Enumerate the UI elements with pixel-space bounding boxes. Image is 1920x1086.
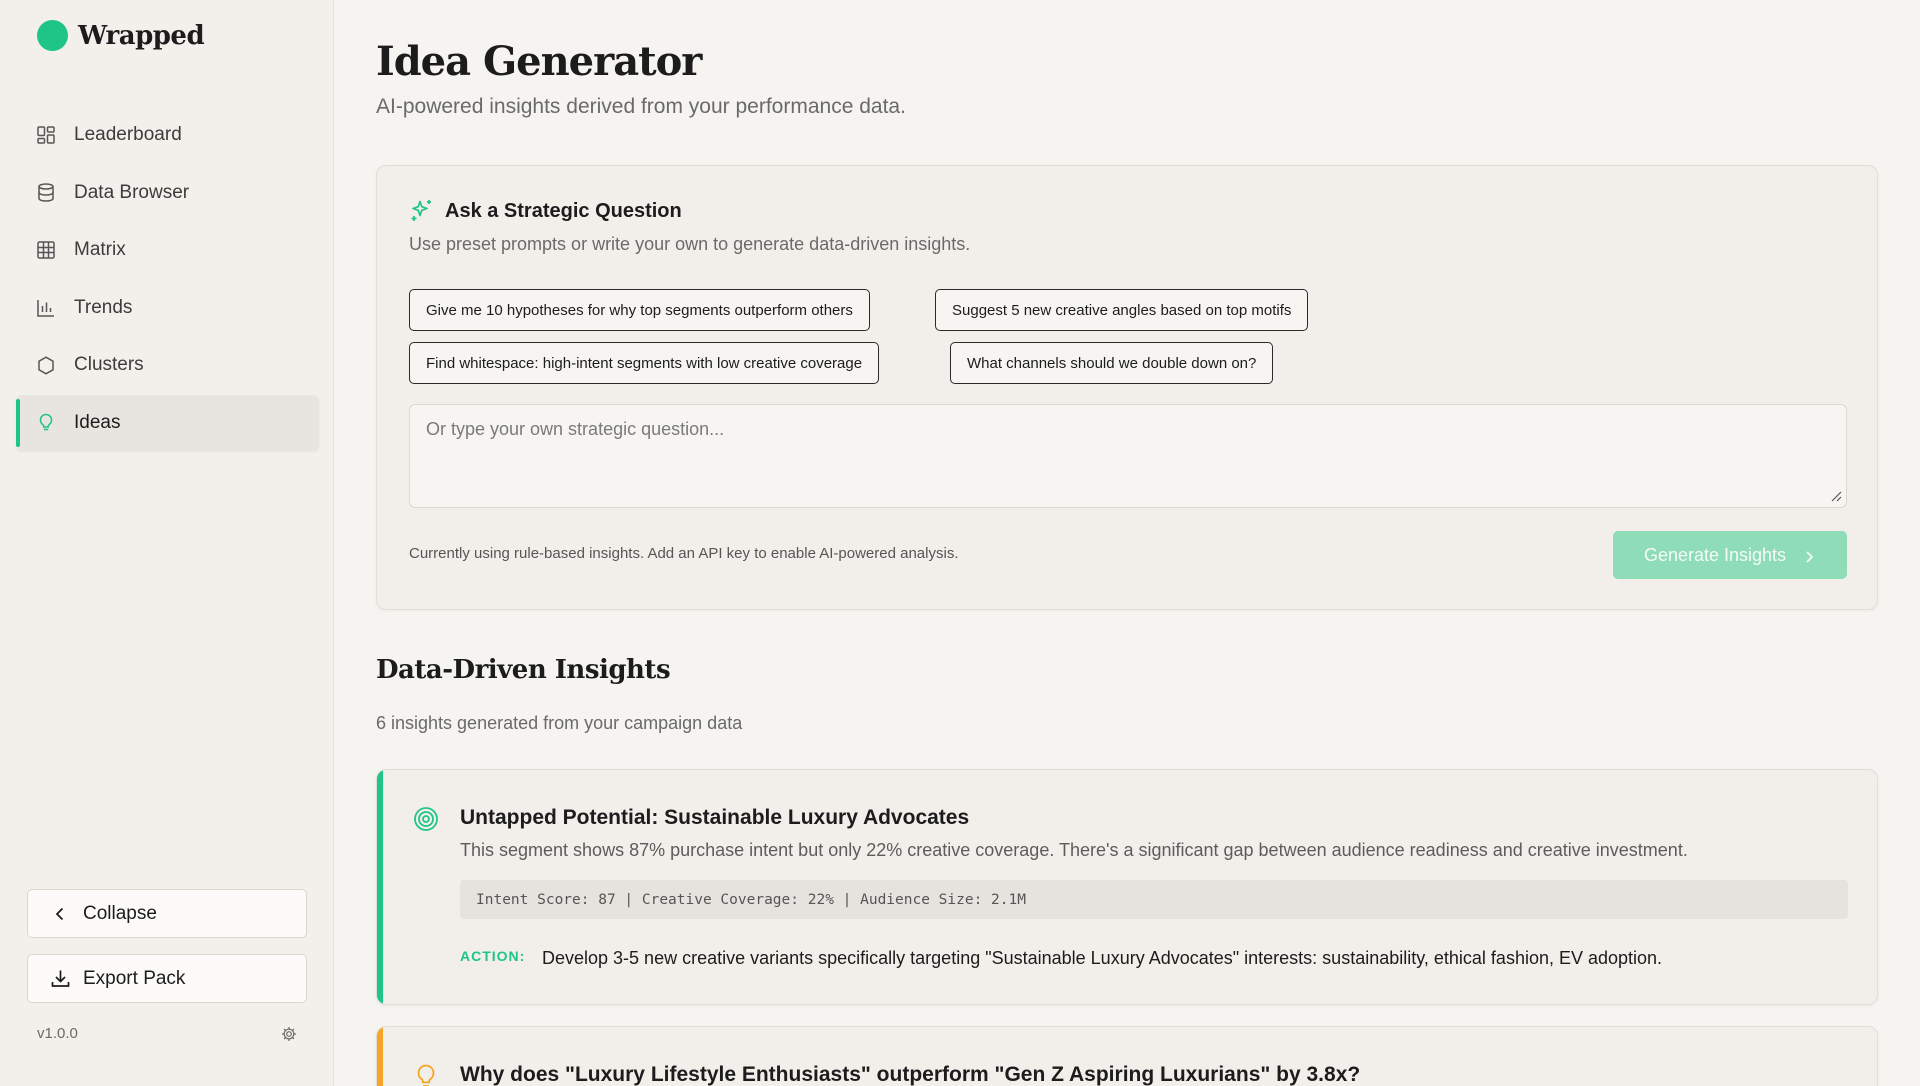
ask-title: Ask a Strategic Question bbox=[445, 199, 682, 222]
sidebar-item-data-browser[interactable]: Data Browser bbox=[16, 165, 319, 221]
bar-chart-icon bbox=[36, 298, 56, 318]
page-subtitle: AI-powered insights derived from your pe… bbox=[376, 95, 906, 118]
dashboard-icon bbox=[36, 125, 56, 145]
sidebar-item-label: Trends bbox=[74, 296, 133, 318]
insight-metrics: Intent Score: 87 | Creative Coverage: 22… bbox=[460, 880, 1848, 919]
chevron-left-icon bbox=[50, 904, 70, 924]
download-icon bbox=[50, 969, 70, 989]
hexagon-icon bbox=[36, 355, 56, 375]
lightbulb-icon bbox=[36, 413, 56, 433]
ask-question-card: Ask a Strategic Question Use preset prom… bbox=[376, 165, 1878, 610]
chevron-right-icon bbox=[1802, 548, 1816, 563]
preset-prompt-chip[interactable]: What channels should we double down on? bbox=[950, 342, 1274, 384]
gear-icon[interactable] bbox=[281, 1026, 297, 1042]
sidebar-item-label: Ideas bbox=[74, 411, 121, 433]
sparkles-icon bbox=[409, 198, 435, 224]
page-title: Idea Generator bbox=[376, 38, 702, 85]
ask-subtitle: Use preset prompts or write your own to … bbox=[409, 234, 971, 254]
target-icon bbox=[413, 806, 439, 832]
sidebar-item-clusters[interactable]: Clusters bbox=[16, 337, 319, 393]
insight-card: Why does "Luxury Lifestyle Enthusiasts" … bbox=[376, 1026, 1878, 1086]
insights-count: 6 insights generated from your campaign … bbox=[376, 713, 743, 733]
database-icon bbox=[36, 183, 56, 203]
insights-section-title: Data-Driven Insights bbox=[376, 655, 671, 685]
ask-header: Ask a Strategic Question bbox=[409, 198, 682, 224]
sidebar-nav: Leaderboard Data Browser Matrix Trends C… bbox=[16, 107, 319, 452]
brand[interactable]: Wrapped bbox=[37, 20, 205, 51]
grid-icon bbox=[36, 240, 56, 260]
insight-action: Develop 3-5 new creative variants specif… bbox=[542, 948, 1663, 968]
action-label: ACTION: bbox=[460, 948, 526, 964]
strategic-question-input[interactable] bbox=[409, 404, 1847, 508]
brand-logo-icon bbox=[37, 20, 68, 51]
insight-card: Untapped Potential: Sustainable Luxury A… bbox=[376, 769, 1878, 1005]
insight-title: Why does "Luxury Lifestyle Enthusiasts" … bbox=[460, 1063, 1361, 1086]
sidebar-item-trends[interactable]: Trends bbox=[16, 280, 319, 336]
sidebar-item-label: Matrix bbox=[74, 239, 126, 260]
version-label: v1.0.0 bbox=[37, 1025, 78, 1042]
preset-prompt-chip[interactable]: Suggest 5 new creative angles based on t… bbox=[935, 289, 1309, 331]
preset-prompt-chip[interactable]: Find whitespace: high-intent segments wi… bbox=[409, 342, 880, 384]
sidebar-item-matrix[interactable]: Matrix bbox=[16, 222, 319, 278]
insight-accent-bar bbox=[377, 1027, 383, 1086]
sidebar-item-label: Data Browser bbox=[74, 181, 190, 203]
sidebar-item-label: Leaderboard bbox=[74, 124, 182, 145]
collapse-label: Collapse bbox=[83, 902, 157, 924]
brand-name: Wrapped bbox=[78, 20, 205, 51]
sidebar: Wrapped Leaderboard Data Browser Matrix … bbox=[0, 0, 334, 1086]
preset-prompt-chip[interactable]: Give me 10 hypotheses for why top segmen… bbox=[409, 289, 870, 331]
insight-title: Untapped Potential: Sustainable Luxury A… bbox=[460, 806, 970, 829]
insight-description: This segment shows 87% purchase intent b… bbox=[460, 840, 1688, 860]
export-pack-label: Export Pack bbox=[83, 967, 186, 989]
lightbulb-icon bbox=[413, 1063, 439, 1086]
generate-insights-button[interactable]: Generate Insights bbox=[1613, 531, 1847, 579]
api-key-note: Currently using rule-based insights. Add… bbox=[409, 545, 959, 562]
sidebar-item-ideas[interactable]: Ideas bbox=[16, 394, 319, 451]
collapse-button[interactable]: Collapse bbox=[27, 889, 307, 938]
export-pack-button[interactable]: Export Pack bbox=[27, 954, 307, 1003]
insight-accent-bar bbox=[377, 770, 383, 1004]
generate-insights-label: Generate Insights bbox=[1643, 544, 1787, 565]
sidebar-item-label: Clusters bbox=[74, 354, 144, 375]
sidebar-item-leaderboard[interactable]: Leaderboard bbox=[16, 107, 319, 163]
